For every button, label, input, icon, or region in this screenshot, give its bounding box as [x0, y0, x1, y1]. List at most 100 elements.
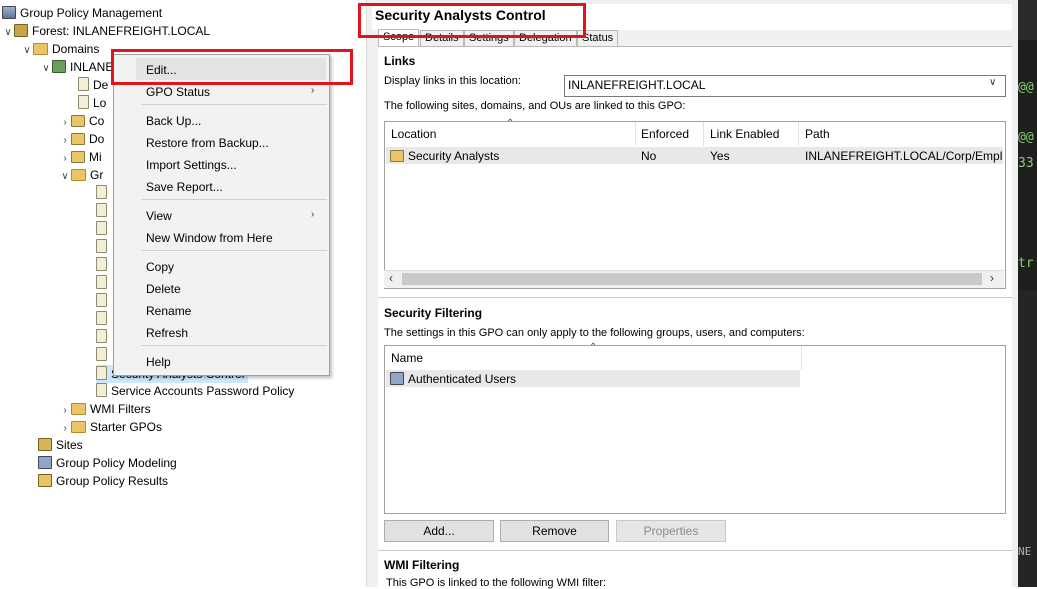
- menu-item-import-settings[interactable]: Import Settings...: [146, 158, 237, 172]
- section-divider: [378, 297, 1012, 298]
- terminal-line: tr: [1018, 256, 1034, 271]
- gpo-icon: [96, 275, 107, 289]
- expand-arrow-icon[interactable]: ∨: [59, 168, 71, 186]
- expand-arrow-icon[interactable]: ∨: [40, 60, 52, 78]
- menu-separator: [141, 250, 327, 251]
- menu-item-delete[interactable]: Delete: [146, 282, 181, 296]
- gpo-icon: [96, 239, 107, 253]
- title-highlight-annotation: [358, 3, 586, 38]
- menu-item-view[interactable]: View: [146, 209, 172, 223]
- tree-root-label: Group Policy Management: [20, 6, 163, 20]
- menu-item-gpo-status[interactable]: GPO Status: [146, 85, 210, 99]
- tree-gpo-container[interactable]: ∨ Gr: [59, 166, 103, 184]
- menu-item-back-up[interactable]: Back Up...: [146, 114, 201, 128]
- col-name[interactable]: Name: [385, 346, 802, 370]
- gpo-icon: [96, 311, 107, 325]
- menu-item-save-report[interactable]: Save Report...: [146, 180, 223, 194]
- folder-icon: [71, 169, 86, 181]
- tree-forest[interactable]: ∨ Forest: INLANEFREIGHT.LOCAL: [2, 22, 210, 40]
- sites-icon: [38, 438, 52, 451]
- tree-child[interactable]: Lo: [78, 94, 106, 112]
- users-icon: [390, 372, 404, 385]
- gpo-item[interactable]: [96, 220, 111, 238]
- tree-child[interactable]: De: [78, 76, 108, 94]
- gpo-icon: [96, 329, 107, 343]
- gpo-item[interactable]: [96, 256, 111, 274]
- scrollbar-thumb[interactable]: [402, 273, 982, 285]
- tree-root[interactable]: Group Policy Management: [2, 4, 162, 22]
- links-description: The following sites, domains, and OUs ar…: [384, 100, 686, 112]
- menu-separator: [141, 104, 327, 105]
- gpo-item[interactable]: [96, 202, 111, 220]
- gpo-item[interactable]: [96, 292, 111, 310]
- gpo-item[interactable]: [96, 238, 111, 256]
- link-row-enabled: Yes: [710, 149, 730, 163]
- link-row-path: INLANEFREIGHT.LOCAL/Corp/Employee: [805, 149, 1003, 163]
- gpm-icon: [2, 6, 16, 19]
- gpo-icon: [96, 366, 107, 380]
- properties-button[interactable]: Properties: [616, 520, 726, 542]
- col-enforced[interactable]: Enforced: [635, 122, 704, 146]
- gpo-link-icon: [78, 95, 89, 109]
- gpo-item[interactable]: [96, 328, 111, 346]
- menu-item-new-window[interactable]: New Window from Here: [146, 231, 273, 245]
- wmi-filtering-heading: WMI Filtering: [384, 558, 460, 572]
- tree-child[interactable]: › Do: [59, 130, 104, 148]
- location-select-value: INLANEFREIGHT.LOCAL: [568, 78, 706, 92]
- tree-domains[interactable]: ∨ Domains: [21, 40, 99, 58]
- tree-domain[interactable]: ∨ INLANE: [40, 58, 113, 76]
- tree-sites[interactable]: Sites: [38, 436, 83, 454]
- scroll-right-icon[interactable]: ›: [990, 271, 994, 285]
- gpo-item[interactable]: [96, 310, 111, 328]
- ou-icon: [71, 133, 85, 145]
- gpo-link-icon: [78, 77, 89, 91]
- tree-starter-gpos[interactable]: › Starter GPOs: [59, 418, 162, 436]
- chevron-down-icon[interactable]: ∨: [989, 77, 996, 88]
- ou-icon: [71, 115, 85, 127]
- security-entry: Authenticated Users: [390, 372, 516, 386]
- terminal-line: NE: [1018, 545, 1032, 558]
- col-location[interactable]: Location: [385, 122, 636, 146]
- remove-button[interactable]: Remove: [500, 520, 609, 542]
- scroll-left-icon[interactable]: ‹: [389, 271, 393, 285]
- add-button[interactable]: Add...: [384, 520, 494, 542]
- tree-modeling[interactable]: Group Policy Modeling: [38, 454, 177, 472]
- folder-icon: [71, 421, 86, 433]
- menu-item-restore[interactable]: Restore from Backup...: [146, 136, 269, 150]
- submenu-arrow-icon: ›: [311, 209, 315, 220]
- expand-arrow-icon[interactable]: ∨: [2, 24, 14, 42]
- gpo-item[interactable]: [96, 184, 111, 202]
- menu-item-help[interactable]: Help: [146, 355, 171, 369]
- section-divider: [378, 550, 1012, 551]
- background-terminal: @@ @@ 33 tr NE: [1018, 0, 1037, 587]
- gpo-icon: [96, 293, 107, 307]
- gpo-item[interactable]: [96, 346, 111, 364]
- display-links-label: Display links in this location:: [384, 75, 521, 87]
- gpo-icon: [96, 347, 107, 361]
- submenu-arrow-icon: ›: [311, 85, 315, 96]
- security-filtering-heading: Security Filtering: [384, 306, 483, 320]
- domain-icon: [52, 60, 66, 73]
- col-path[interactable]: Path: [799, 122, 1003, 146]
- tree-gpo-service-accounts[interactable]: Service Accounts Password Policy: [96, 382, 294, 400]
- expand-arrow-icon[interactable]: ∨: [21, 42, 33, 60]
- folder-icon: [71, 403, 86, 415]
- gpo-icon: [96, 203, 107, 217]
- gpo-icon: [96, 185, 107, 199]
- menu-item-rename[interactable]: Rename: [146, 304, 191, 318]
- link-row-location: Security Analysts: [390, 149, 499, 163]
- ou-icon: [390, 150, 404, 162]
- gpo-item[interactable]: [96, 274, 111, 292]
- tree-child[interactable]: › Mi: [59, 148, 101, 166]
- tree-results[interactable]: Group Policy Results: [38, 472, 168, 490]
- terminal-line: @@: [1018, 130, 1034, 145]
- menu-item-refresh[interactable]: Refresh: [146, 326, 188, 340]
- tree-child[interactable]: › Co: [59, 112, 104, 130]
- modeling-icon: [38, 456, 52, 469]
- wmi-filtering-description: This GPO is linked to the following WMI …: [386, 577, 607, 589]
- menu-item-copy[interactable]: Copy: [146, 260, 174, 274]
- gpo-icon: [96, 257, 107, 271]
- tree-wmi-filters[interactable]: › WMI Filters: [59, 400, 150, 418]
- col-link-enabled[interactable]: Link Enabled: [704, 122, 799, 146]
- menu-separator: [141, 345, 327, 346]
